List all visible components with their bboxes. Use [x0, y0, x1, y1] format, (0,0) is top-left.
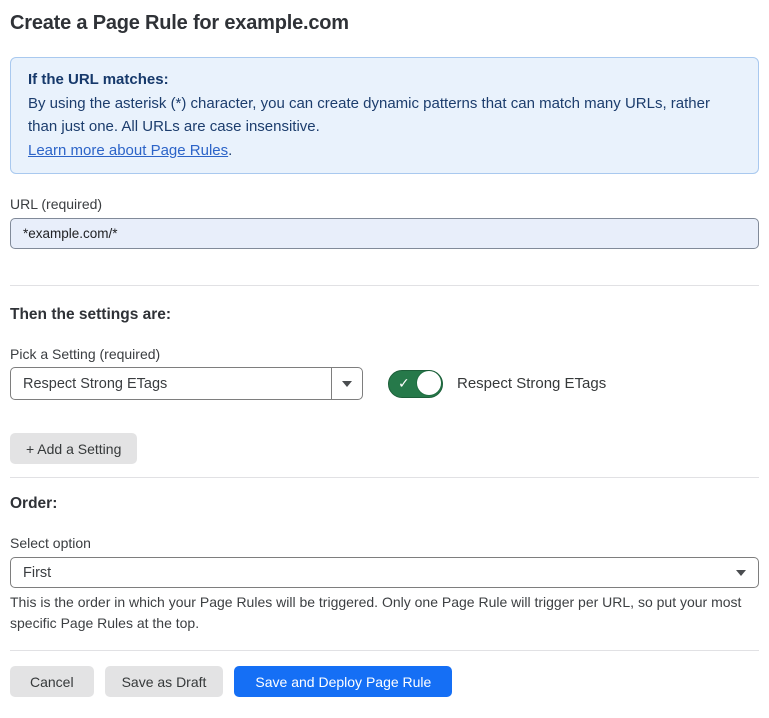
save-and-deploy-button[interactable]: Save and Deploy Page Rule — [234, 666, 452, 697]
settings-section-heading: Then the settings are: — [10, 305, 759, 324]
chevron-down-icon — [342, 381, 352, 387]
create-page-rule-form: Create a Page Rule for example.com If th… — [0, 0, 769, 697]
toggle-knob — [417, 371, 441, 395]
setting-row: Respect Strong ETags ✓ Respect Strong ET… — [10, 367, 759, 400]
footer-actions: Cancel Save as Draft Save and Deploy Pag… — [10, 666, 759, 697]
toggle-label: Respect Strong ETags — [457, 375, 606, 392]
callout-heading: If the URL matches: — [28, 68, 741, 91]
callout-link-line: Learn more about Page Rules. — [28, 139, 741, 162]
setting-select-arrow-button[interactable] — [331, 368, 362, 399]
section-divider — [10, 285, 759, 286]
section-divider — [10, 477, 759, 478]
save-as-draft-button[interactable]: Save as Draft — [105, 666, 224, 697]
url-input[interactable] — [10, 218, 759, 249]
footer-divider — [10, 650, 759, 651]
order-select-label: Select option — [10, 535, 759, 552]
order-select-value: First — [23, 565, 51, 581]
callout-body-text: By using the asterisk (*) character, you… — [28, 92, 741, 138]
setting-select[interactable]: Respect Strong ETags — [10, 367, 363, 400]
url-match-callout: If the URL matches: By using the asteris… — [10, 57, 759, 174]
learn-more-link[interactable]: Learn more about Page Rules — [28, 142, 228, 159]
order-section-heading: Order: — [10, 494, 759, 513]
cancel-button[interactable]: Cancel — [10, 666, 94, 697]
check-icon: ✓ — [398, 375, 410, 392]
add-setting-button[interactable]: + Add a Setting — [10, 433, 137, 464]
pick-setting-label: Pick a Setting (required) — [10, 346, 759, 363]
chevron-down-icon — [736, 570, 746, 576]
setting-select-value: Respect Strong ETags — [11, 368, 331, 399]
url-field-label: URL (required) — [10, 196, 759, 213]
link-suffix: . — [228, 142, 232, 159]
order-select[interactable]: First — [10, 557, 759, 588]
page-title: Create a Page Rule for example.com — [10, 11, 759, 35]
order-help-text: This is the order in which your Page Rul… — [10, 592, 750, 634]
respect-etags-toggle[interactable]: ✓ — [388, 370, 443, 398]
